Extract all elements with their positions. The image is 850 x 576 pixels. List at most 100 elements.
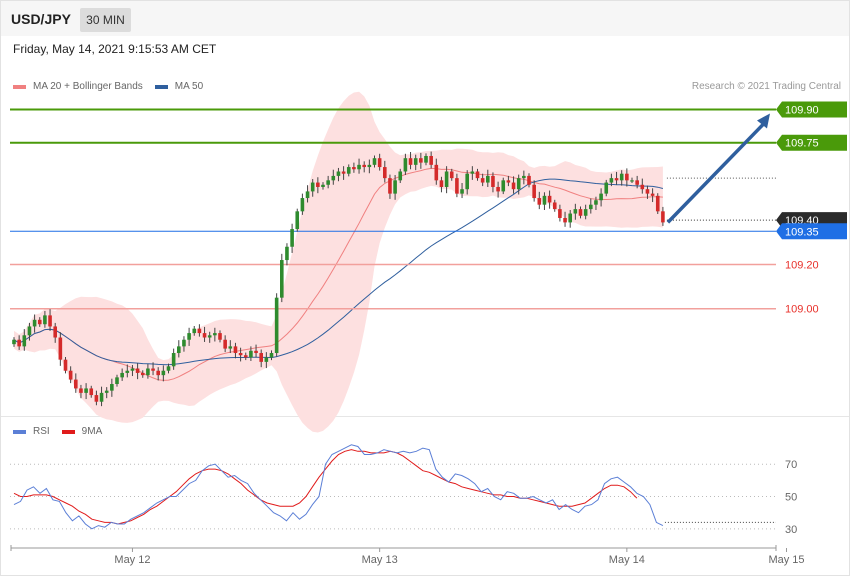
x-tick-label-1: May 13 bbox=[362, 554, 398, 566]
candle-body-60 bbox=[321, 184, 325, 187]
candle-body-11 bbox=[68, 370, 73, 380]
candle-body-9 bbox=[58, 337, 63, 360]
candle-body-93 bbox=[491, 175, 495, 187]
candle-body-82 bbox=[434, 164, 439, 181]
resistance-tag-0: 109.90 bbox=[776, 101, 847, 118]
candle-body-119 bbox=[625, 173, 629, 181]
candle-body-81 bbox=[429, 155, 433, 165]
candle-body-33 bbox=[182, 339, 186, 347]
candle-body-12 bbox=[74, 379, 78, 389]
candle-body-32 bbox=[177, 346, 181, 354]
candle-body-61 bbox=[326, 180, 330, 185]
candle-body-28 bbox=[156, 370, 160, 376]
candle-body-97 bbox=[511, 182, 516, 190]
candle-body-36 bbox=[197, 328, 202, 334]
support-tag-4-label: 109.20 bbox=[785, 259, 819, 271]
candle-body-64 bbox=[341, 171, 346, 174]
candle-body-103 bbox=[542, 195, 547, 205]
candle-body-13 bbox=[79, 388, 83, 393]
rsi-tick-label-2: 30 bbox=[785, 524, 797, 536]
candle-body-73 bbox=[388, 178, 392, 194]
candle-body-111 bbox=[583, 209, 588, 216]
candle-body-42 bbox=[228, 346, 233, 349]
candle-body-122 bbox=[640, 184, 645, 190]
candle-body-101 bbox=[532, 184, 536, 199]
candle-body-31 bbox=[171, 353, 176, 367]
candle-body-4 bbox=[32, 319, 37, 327]
candle-body-47 bbox=[254, 350, 258, 354]
x-tick-label-2: May 14 bbox=[609, 554, 645, 566]
candle-body-49 bbox=[264, 357, 269, 362]
candle-body-108 bbox=[568, 213, 572, 223]
candle-body-19 bbox=[110, 384, 114, 391]
candle-body-125 bbox=[655, 195, 660, 212]
candle-body-37 bbox=[202, 333, 207, 338]
candle-body-39 bbox=[213, 333, 217, 336]
candle-body-113 bbox=[594, 200, 598, 205]
candle-body-3 bbox=[27, 326, 32, 336]
candle-body-105 bbox=[552, 202, 557, 210]
price-chart: 109.40109.90109.75109.35109.20109.007050… bbox=[10, 91, 847, 566]
target-arrow-shaft bbox=[666, 122, 766, 224]
candle-body-94 bbox=[496, 186, 500, 192]
candle-body-90 bbox=[475, 171, 480, 179]
candle-body-126 bbox=[661, 211, 665, 223]
candle-body-43 bbox=[233, 346, 238, 354]
candle-body-67 bbox=[357, 164, 361, 170]
candle-body-99 bbox=[522, 175, 526, 179]
candle-body-100 bbox=[527, 175, 531, 185]
candle-body-96 bbox=[506, 180, 511, 183]
rsi-line bbox=[13, 444, 664, 530]
candle-body-7 bbox=[48, 315, 52, 327]
candle-body-89 bbox=[470, 171, 475, 174]
candle-body-106 bbox=[558, 209, 562, 218]
candle-body-104 bbox=[547, 195, 552, 203]
candle-body-76 bbox=[403, 158, 408, 172]
candle-body-115 bbox=[604, 182, 609, 194]
candle-body-41 bbox=[223, 339, 227, 349]
candle-body-10 bbox=[63, 359, 68, 371]
candle-body-24 bbox=[135, 368, 140, 373]
candle-body-118 bbox=[619, 173, 624, 181]
candle-body-123 bbox=[645, 189, 650, 194]
candle-body-110 bbox=[578, 209, 583, 216]
candle-body-72 bbox=[383, 167, 387, 179]
candle-body-84 bbox=[444, 171, 449, 187]
candle-body-27 bbox=[151, 368, 155, 371]
candle-body-0 bbox=[12, 339, 16, 345]
candle-body-68 bbox=[362, 164, 366, 168]
resistance-tag-1: 109.75 bbox=[776, 134, 847, 151]
candle-body-35 bbox=[192, 328, 197, 334]
candle-body-92 bbox=[486, 175, 490, 183]
candle-body-83 bbox=[439, 180, 444, 187]
pivot-tag-label: 109.35 bbox=[785, 226, 819, 238]
candle-body-70 bbox=[372, 158, 377, 165]
candle-body-16 bbox=[94, 395, 99, 402]
candle-body-71 bbox=[377, 158, 382, 168]
candle-body-20 bbox=[115, 377, 119, 385]
candle-body-117 bbox=[614, 178, 619, 181]
candle-body-44 bbox=[238, 353, 243, 356]
resistance-tag-0-label: 109.90 bbox=[785, 104, 819, 116]
candle-body-116 bbox=[609, 178, 614, 183]
candle-body-30 bbox=[166, 366, 171, 371]
candle-body-79 bbox=[419, 158, 423, 163]
x-tick-label-3: May 15 bbox=[768, 554, 804, 566]
candle-body-109 bbox=[573, 209, 578, 214]
candle-body-46 bbox=[249, 350, 253, 358]
candle-body-55 bbox=[295, 211, 300, 230]
candle-body-26 bbox=[146, 368, 150, 376]
support-tag-4: 109.20 bbox=[785, 259, 819, 271]
candle-body-74 bbox=[393, 180, 397, 194]
candle-body-114 bbox=[599, 193, 603, 201]
candle-body-22 bbox=[125, 370, 130, 373]
candle-body-56 bbox=[300, 198, 305, 212]
resistance-tag-1-label: 109.75 bbox=[785, 138, 819, 150]
candle-body-112 bbox=[589, 204, 593, 210]
candle-body-80 bbox=[424, 155, 428, 163]
candle-body-77 bbox=[408, 158, 413, 165]
candle-body-40 bbox=[218, 333, 222, 340]
candle-body-62 bbox=[331, 175, 336, 181]
candle-body-34 bbox=[187, 333, 191, 340]
candle-body-53 bbox=[285, 246, 289, 261]
